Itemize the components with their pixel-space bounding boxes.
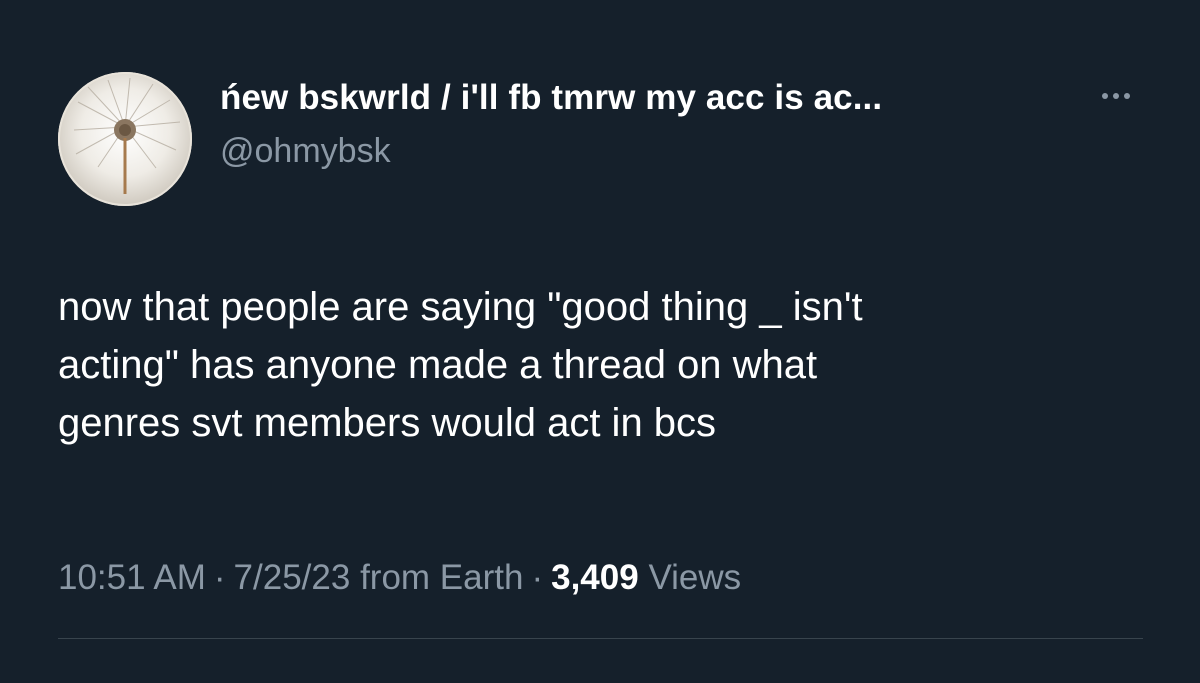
more-dot (1124, 93, 1130, 99)
tweet-text-line: acting" has anyone made a thread on what (58, 343, 818, 387)
tweet-text-line: genres svt members would act in bcs (58, 401, 717, 445)
views-label: Views (648, 558, 742, 597)
tweet-time[interactable]: 10:51 AM (58, 558, 206, 597)
meta-separator: · (531, 558, 544, 597)
more-dot (1113, 93, 1119, 99)
views-count[interactable]: 3,409 (551, 558, 639, 597)
tweet: ńew bskwrld / i'll fb tmrw my acc is ac.… (0, 0, 1200, 683)
meta-separator: · (213, 558, 226, 597)
author-handle[interactable]: @ohmybsk (220, 132, 391, 171)
tweet-text: now that people are saying "good thing _… (58, 278, 1158, 452)
tweet-text-line: now that people are saying "good thing _… (58, 285, 863, 329)
more-dot (1102, 93, 1108, 99)
tweet-date[interactable]: 7/25/23 (234, 558, 351, 597)
more-options-icon[interactable] (1090, 84, 1142, 108)
tweet-meta: 10:51 AM · 7/25/23 from Earth · 3,409 Views (58, 558, 741, 598)
divider (58, 638, 1143, 639)
author-display-name[interactable]: ńew bskwrld / i'll fb tmrw my acc is ac.… (220, 78, 882, 118)
avatar[interactable] (58, 72, 192, 206)
dandelion-avatar-image (58, 72, 192, 206)
tweet-source: from Earth (360, 558, 524, 597)
